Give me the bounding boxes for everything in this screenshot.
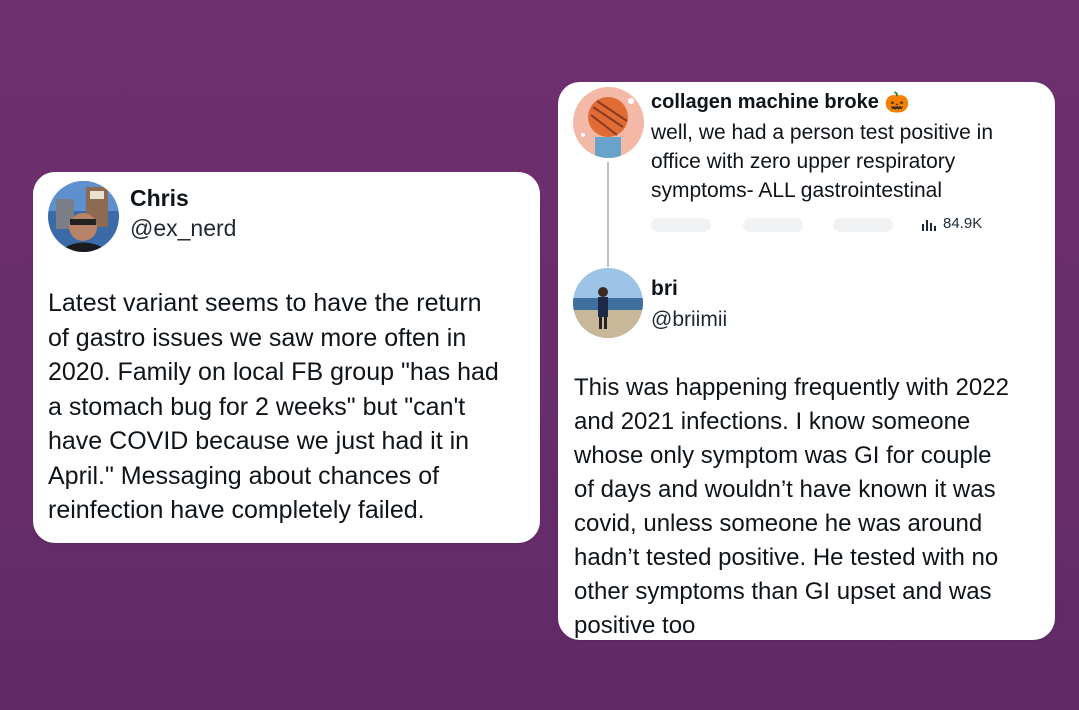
quoted-tweet-text: well, we had a person test positive in o… (651, 121, 994, 202)
pumpkin-emoji-icon: 🎃 (884, 92, 910, 114)
tweet-text: Latest variant seems to have the return … (48, 289, 499, 524)
illustrated-avatar-icon (573, 87, 644, 158)
reply-author-name[interactable]: bri (651, 277, 678, 301)
like-action-faded[interactable] (833, 218, 893, 232)
author-handle[interactable]: @ex_nerd (130, 215, 236, 242)
views-count[interactable]: 84.9K (921, 215, 982, 232)
retweet-action-faded[interactable] (743, 218, 803, 232)
quoted-author-name[interactable]: collagen machine broke 🎃 (651, 90, 910, 115)
reply-author-handle[interactable]: @briimii (651, 308, 727, 332)
user-photo-avatar-icon (48, 181, 119, 252)
reply-tweet-text: This was happening frequently with 2022 … (574, 374, 1009, 639)
avatar[interactable] (48, 181, 119, 252)
tweet-card-chris[interactable]: Chris @ex_nerd Latest variant seems to h… (33, 172, 540, 543)
bar-chart-icon (922, 219, 936, 231)
thread-connector (607, 162, 609, 267)
reply-action-faded[interactable] (651, 218, 711, 232)
reply-avatar[interactable] (573, 268, 643, 338)
views-count-text: 84.9K (943, 215, 983, 232)
quoted-avatar[interactable] (573, 87, 644, 158)
author-name[interactable]: Chris (130, 185, 189, 212)
tweet-thread-card[interactable]: collagen machine broke 🎃 well, we had a … (558, 82, 1055, 640)
beach-photo-avatar-icon (573, 268, 643, 338)
quoted-author-name-text: collagen machine broke (651, 91, 879, 113)
